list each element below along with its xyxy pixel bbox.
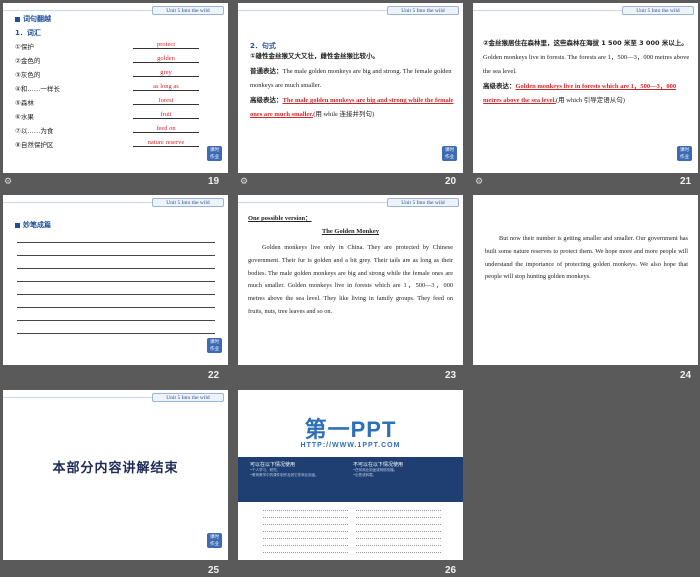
slide-26[interactable]: 第一PPT HTTP://WWW.1PPT.COM 可以在以下情况使用 •个人学… [238, 390, 463, 560]
homework-badge[interactable]: 课时 作业 [207, 338, 222, 353]
link-list-right[interactable] [356, 506, 441, 555]
unit-tag: Unit 5 Into the wild [387, 198, 459, 207]
section-title: 妙笔成篇 [15, 220, 51, 230]
slide-number: 23 [445, 370, 457, 381]
vocab-answer: golden [133, 55, 199, 63]
vocab-answer: grey [133, 69, 199, 77]
slide-25[interactable]: Unit 5 Into the wild 本部分内容讲解结束 课时 作业 [3, 390, 228, 560]
vocab-chinese: ②金色的 [15, 57, 41, 65]
writing-line [17, 294, 215, 295]
slide-22[interactable]: Unit 5 Into the wild 妙笔成篇 课时 作业 [3, 195, 228, 365]
square-icon [15, 16, 20, 22]
ppt-url[interactable]: HTTP://WWW.1PPT.COM [238, 442, 463, 449]
vocab-row: ⑤森林 forest [15, 97, 199, 110]
slide-24[interactable]: But now their number is getting smaller … [473, 195, 698, 365]
header-line [238, 10, 388, 11]
vocab-answer: protect [133, 41, 199, 49]
essay-text: Golden monkeys live only in China. They … [248, 244, 453, 315]
slide-number: 21 [680, 176, 692, 187]
slide-21[interactable]: Unit 5 Into the wild ②金丝猴居住在森林里，这些森林在海拔 … [473, 3, 698, 173]
section-title: 词句翻越 [15, 14, 51, 24]
vocab-chinese: ⑥水果 [15, 113, 34, 121]
homework-badge[interactable]: 课时 作业 [207, 533, 222, 548]
slide-number: 25 [208, 565, 220, 576]
subsection-title: 1．词汇 [15, 29, 41, 37]
header-line [3, 10, 153, 11]
slide-19[interactable]: Unit 5 Into the wild 词句翻越 1．词汇 ①保护 protec… [3, 3, 228, 173]
vocab-row: ⑧自然保护区 nature reserve [15, 139, 199, 152]
vocab-chinese: ④和……一样长 [15, 85, 60, 93]
usage-allowed: 可以在以下情况使用 •个人学习、研究。 •教育教学中的课件制作及其它非商业用途。 [250, 462, 319, 477]
header-line [3, 397, 153, 398]
essay-text: But now their number is getting smaller … [485, 235, 688, 281]
vocab-row: ①保护 protect [15, 41, 199, 54]
slide-20[interactable]: Unit 5 Into the wild 2．句式 ①雄性金丝猴又大又壮，雌性金… [238, 3, 463, 173]
vocab-row: ③灰色的 grey [15, 69, 199, 82]
homework-badge[interactable]: 课时 作业 [442, 146, 457, 161]
usage-band: 可以在以下情况使用 •个人学习、研究。 •教育教学中的课件制作及其它非商业用途。… [238, 457, 463, 502]
slide-number: 24 [680, 370, 692, 381]
homework-badge[interactable]: 课时 作业 [677, 146, 692, 161]
unit-tag: Unit 5 Into the wild [387, 6, 459, 15]
vocab-row: ②金色的 golden [15, 55, 199, 68]
writing-line [17, 333, 215, 334]
vocab-chinese: ③灰色的 [15, 71, 41, 79]
vocab-chinese: ⑧自然保护区 [15, 141, 54, 149]
gear-icon[interactable]: ⚙ [475, 177, 483, 187]
homework-badge[interactable]: 课时 作业 [207, 146, 222, 161]
unit-tag: Unit 5 Into the wild [152, 6, 224, 15]
vocab-answer: nature reserve [133, 139, 199, 147]
header-line [473, 10, 623, 11]
slide-number: 26 [445, 565, 457, 576]
gear-icon[interactable]: ⚙ [240, 177, 248, 187]
slide-23[interactable]: Unit 5 Into the wild One possible versio… [238, 195, 463, 365]
vocab-chinese: ①保护 [15, 43, 34, 51]
vocab-chinese: ⑦以……为食 [15, 127, 54, 135]
slide-number: 19 [208, 176, 220, 187]
version-label: One possible version： [248, 215, 312, 222]
writing-line [17, 307, 215, 308]
vocab-answer: forest [133, 97, 199, 105]
unit-tag: Unit 5 Into the wild [152, 393, 224, 402]
vocab-answer: fruit [133, 111, 199, 119]
vocab-row: ④和……一样长 as long as [15, 83, 199, 96]
vocab-row: ⑦以……为食 feed on [15, 125, 199, 138]
writing-line [17, 320, 215, 321]
closing-text: 本部分内容讲解结束 [52, 461, 179, 476]
writing-line [17, 268, 215, 269]
usage-forbidden: 不可以在以下情况使用 •任何商业用途或网络传播。 •出售或转载。 [353, 462, 404, 477]
ppt-logo: 第一PPT [304, 417, 397, 442]
slide-number: 20 [445, 176, 457, 187]
slide-number: 22 [208, 370, 220, 381]
gear-icon[interactable]: ⚙ [4, 177, 12, 187]
vocab-row: ⑥水果 fruit [15, 111, 199, 124]
writing-line [17, 281, 215, 282]
square-icon [15, 222, 20, 228]
vocab-answer: feed on [133, 125, 199, 133]
vocab-chinese: ⑤森林 [15, 99, 34, 107]
sentence-block: ①雄性金丝猴又大又壮，雌性金丝猴比较小。 普通表达：The male golde… [250, 52, 454, 118]
essay-title: The Golden Monkey [321, 228, 380, 235]
unit-tag: Unit 5 Into the wild [622, 6, 694, 15]
header-line [3, 202, 153, 203]
vocab-answer: as long as [133, 83, 199, 91]
sentence-block: ②金丝猴居住在森林里，这些森林在海拔 1 500 米至 3 000 米以上。 G… [483, 39, 690, 104]
link-list-left[interactable] [263, 506, 348, 555]
writing-line [17, 242, 215, 243]
header-line [238, 202, 388, 203]
writing-line [17, 255, 215, 256]
unit-tag: Unit 5 Into the wild [152, 198, 224, 207]
